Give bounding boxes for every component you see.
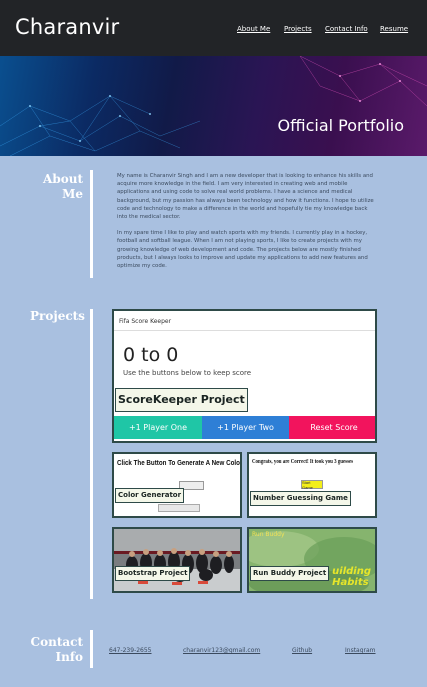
about-divider bbox=[90, 170, 93, 278]
color-generator-heading: Click The Button To Generate A New Color bbox=[117, 458, 242, 467]
nav-projects-link[interactable]: Projects bbox=[284, 25, 312, 33]
run-buddy-slogan-line2: Habits bbox=[332, 577, 369, 588]
brand-name[interactable]: Charanvir bbox=[15, 15, 119, 39]
scorekeeper-divider bbox=[114, 330, 375, 331]
contact-heading: Contact Info bbox=[30, 635, 83, 665]
about-heading-line2: Me bbox=[62, 187, 83, 201]
nav-contact-info-link[interactable]: Contact Info bbox=[325, 25, 368, 33]
run-buddy-corner-label: Run Buddy bbox=[252, 531, 285, 538]
number-guessing-tag: Number Guessing Game bbox=[250, 491, 351, 506]
color-code-graphic bbox=[158, 504, 200, 512]
about-text: My name is Charanvir Singh and I am a ne… bbox=[117, 172, 377, 270]
start-game-graphic: Start Game bbox=[301, 480, 323, 490]
number-guessing-heading: Congrats, you are Correct! It took you 3… bbox=[252, 459, 354, 465]
scorekeeper-project-card[interactable]: Fifa Score Keeper 0 to 0 Use the buttons… bbox=[112, 309, 377, 443]
nav-about-me-link[interactable]: About Me bbox=[237, 25, 270, 33]
projects-divider bbox=[90, 309, 93, 599]
scorekeeper-app-title: Fifa Score Keeper bbox=[119, 318, 172, 325]
nav-resume-link[interactable]: Resume bbox=[380, 25, 408, 33]
contact-divider bbox=[90, 630, 93, 668]
email-link[interactable]: charanvir123@gmail.com bbox=[183, 647, 260, 654]
player-one-button: +1 Player One bbox=[114, 416, 202, 439]
team-photo-image bbox=[114, 529, 240, 591]
projects-heading: Projects bbox=[30, 309, 85, 323]
player-two-button: +1 Player Two bbox=[202, 416, 289, 439]
run-buddy-project-card[interactable]: Run Buddy uilding Habits Run Buddy Proje… bbox=[247, 527, 377, 593]
phone-link[interactable]: 647-239-2655 bbox=[109, 647, 152, 654]
about-paragraph-1: My name is Charanvir Singh and I am a ne… bbox=[117, 173, 374, 221]
color-generator-tag: Color Generator bbox=[115, 488, 185, 503]
scorekeeper-hint: Use the buttons below to keep score bbox=[123, 369, 252, 377]
run-buddy-slogan-line1: uilding bbox=[332, 566, 371, 577]
about-heading-line1: About bbox=[43, 172, 83, 186]
contact-heading-line1: Contact bbox=[30, 635, 83, 649]
contact-heading-line2: Info bbox=[55, 650, 83, 664]
color-generator-project-card[interactable]: Click The Button To Generate A New Color… bbox=[112, 452, 242, 518]
scorekeeper-project-tag: ScoreKeeper Project bbox=[115, 388, 248, 412]
tech-mesh-graphic bbox=[0, 56, 427, 156]
github-link[interactable]: Github bbox=[292, 647, 312, 654]
number-guessing-project-card[interactable]: Congrats, you are Correct! It took you 3… bbox=[247, 452, 377, 518]
bootstrap-project-tag: Bootstrap Project bbox=[115, 566, 191, 581]
bootstrap-project-card[interactable]: Bootstrap Project bbox=[112, 527, 242, 593]
hero-title: Official Portfolio bbox=[277, 116, 404, 135]
run-buddy-project-tag: Run Buddy Project bbox=[250, 566, 330, 581]
instagram-link[interactable]: Instagram bbox=[345, 647, 376, 654]
scorekeeper-score: 0 to 0 bbox=[123, 344, 179, 366]
about-heading: About Me bbox=[36, 172, 83, 202]
navbar: Charanvir About Me Projects Contact Info… bbox=[0, 0, 427, 56]
about-paragraph-2: In my spare time I like to play and watc… bbox=[117, 230, 368, 270]
reset-score-button: Reset Score bbox=[289, 416, 375, 439]
run-buddy-slogan: uilding Habits bbox=[332, 566, 371, 588]
hero-banner: Official Portfolio bbox=[0, 56, 427, 156]
